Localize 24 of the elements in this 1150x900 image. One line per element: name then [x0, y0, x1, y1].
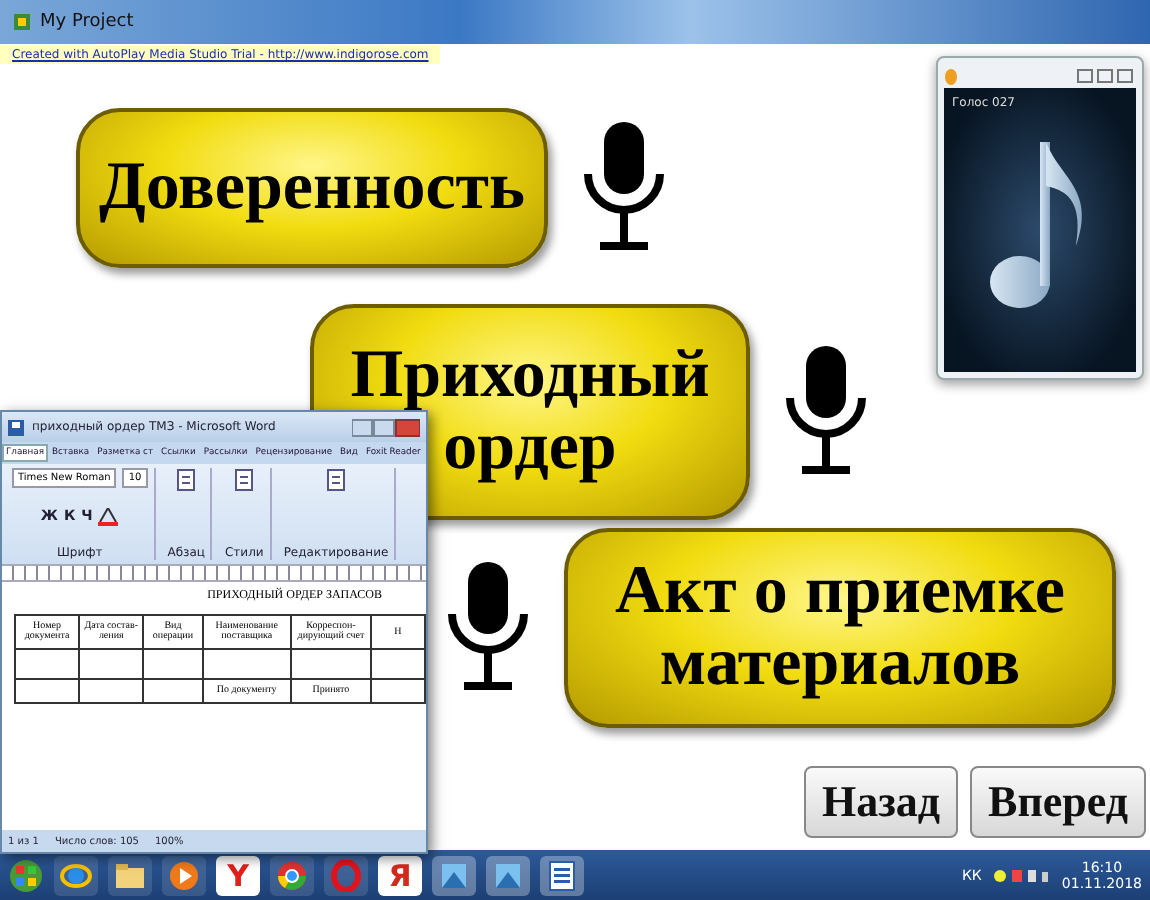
app-window-icon[interactable] [486, 855, 530, 895]
save-icon[interactable] [8, 419, 24, 435]
tray-icons[interactable] [991, 865, 1052, 885]
ribbon-command-icon[interactable] [176, 468, 197, 492]
document-icon[interactable] [540, 855, 584, 895]
pill-button[interactable]: Доверенность [76, 108, 548, 268]
browser-letter-icon[interactable]: Я [378, 855, 422, 895]
nav-button[interactable]: Вперед [970, 766, 1146, 838]
browser-letter-icon[interactable]: Y [216, 855, 260, 895]
ribbon-command-icon[interactable] [325, 468, 346, 492]
window-controls-icon[interactable] [1076, 68, 1136, 84]
window-controls-icon[interactable] [352, 417, 420, 437]
pill-button[interactable]: Акт о приемке материалов [564, 528, 1116, 728]
folder-icon[interactable] [108, 855, 152, 895]
window-title: My Project [40, 12, 134, 32]
browser-e-icon[interactable] [54, 855, 98, 895]
play-icon[interactable] [162, 855, 206, 895]
app-icon [12, 12, 32, 32]
chrome-ring-icon[interactable] [270, 855, 314, 895]
app-window-icon[interactable] [432, 855, 476, 895]
start-orb-icon[interactable] [8, 857, 44, 893]
ribbon-command-icon[interactable] [234, 468, 255, 492]
nav-button[interactable]: Назад [803, 766, 959, 838]
font-color-icon[interactable] [98, 508, 119, 526]
